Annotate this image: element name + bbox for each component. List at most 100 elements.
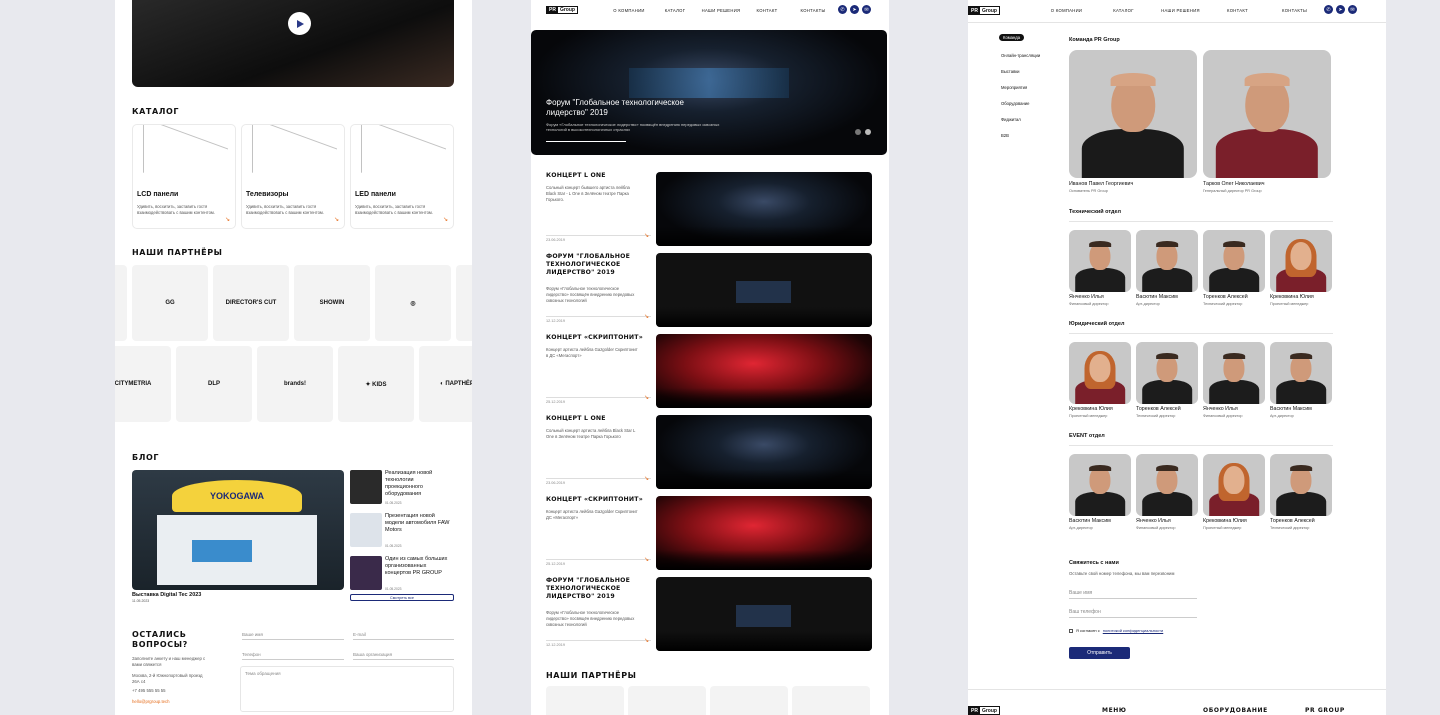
blog-item[interactable]: Один из самых больших организованных кон… bbox=[350, 556, 454, 596]
nav-link[interactable]: НАШИ РЕШЕНИЯ bbox=[1152, 8, 1209, 16]
phone[interactable]: +7 495 555 55 55 bbox=[132, 688, 166, 694]
blog-item[interactable]: Презентация новой модели автомобиля FAW … bbox=[350, 513, 454, 553]
partner-card[interactable] bbox=[628, 686, 706, 715]
team-member-card[interactable]: Васютин Максим Арт-директор bbox=[1069, 454, 1131, 536]
partner-card[interactable] bbox=[792, 686, 870, 715]
contact-phone-input[interactable]: Ваш телефон bbox=[1069, 609, 1197, 618]
consent-checkbox[interactable] bbox=[1069, 628, 1073, 633]
partner-logo: DIRECTOR'S CUT bbox=[225, 300, 277, 306]
catalog-card[interactable]: Телевизоры Удивить, восхитить, заставить … bbox=[241, 124, 345, 229]
team-member-card[interactable]: Янченко Илья Финансовый директор bbox=[1069, 230, 1131, 312]
submit-button[interactable]: Отправить bbox=[1069, 647, 1130, 659]
footer-logo[interactable]: PR Group bbox=[968, 706, 1000, 715]
consent-link[interactable]: политикой конфиденциальности bbox=[1103, 628, 1164, 633]
blog-main-card[interactable]: YOKOGAWA bbox=[132, 470, 344, 590]
play-button[interactable] bbox=[288, 12, 311, 35]
partner-card[interactable]: ✦ KIDS bbox=[338, 346, 414, 422]
nav-link[interactable]: КОНТАКТЫ bbox=[790, 8, 836, 16]
form-name[interactable]: Ваше имя bbox=[242, 632, 344, 640]
event-card[interactable]: КОНЦЕРТ «СКРИПТОНИТ» Концерт артиста лейб… bbox=[546, 496, 872, 570]
nav-link[interactable]: КОНТАКТЫ bbox=[1266, 8, 1323, 16]
event-image[interactable] bbox=[656, 415, 872, 489]
partner-card[interactable]: CITYMETRIA bbox=[115, 346, 171, 422]
partner-card[interactable]: DIRECTOR'S CUT bbox=[213, 265, 289, 341]
form-email[interactable]: E-mail bbox=[353, 632, 454, 640]
hero-slider[interactable]: Форум "Глобальное технологическое лидерс… bbox=[531, 30, 887, 155]
partner-card[interactable] bbox=[456, 265, 472, 341]
partner-card[interactable]: brands! bbox=[257, 346, 333, 422]
sidebar-item[interactable]: Мероприятия bbox=[1001, 85, 1027, 90]
team-member-card[interactable]: Васютин Максим Арт-директор bbox=[1136, 230, 1198, 312]
sidebar-item[interactable]: Выставки bbox=[1001, 69, 1020, 74]
phone-icon[interactable]: ✆ bbox=[1324, 5, 1333, 14]
form-phone[interactable]: Телефон bbox=[242, 652, 344, 660]
event-card[interactable]: ФОРУМ "ГЛОБАЛЬНОЕ ТЕХНОЛОГИЧЕСКОЕ ЛИДЕРС… bbox=[546, 577, 872, 651]
nav-link[interactable]: КОНТАКТ bbox=[744, 8, 790, 16]
team-page-panel: PR Group О КОМПАНИИ КАТАЛОГ НАШИ РЕШЕНИЯ КОН… bbox=[968, 0, 1386, 715]
team-member-card[interactable]: Крековкина Юлия Проектный менеджер bbox=[1203, 454, 1265, 536]
team-member-card[interactable]: Васютин Максим Арт-директор bbox=[1270, 342, 1332, 424]
partner-card[interactable] bbox=[115, 265, 127, 341]
partner-card[interactable]: ◐ ПАРТНЁР bbox=[419, 346, 472, 422]
hero-video[interactable] bbox=[132, 0, 454, 87]
slider-dot-1[interactable] bbox=[855, 129, 861, 135]
event-card[interactable]: ФОРУМ "ГЛОБАЛЬНОЕ ТЕХНОЛОГИЧЕСКОЕ ЛИДЕРС… bbox=[546, 253, 872, 327]
event-title: КОНЦЕРТ «СКРИПТОНИТ» bbox=[546, 334, 643, 341]
team-member-card[interactable]: Торенков Алексей Технический директор bbox=[1270, 454, 1332, 536]
partner-card[interactable] bbox=[710, 686, 788, 715]
event-image[interactable] bbox=[656, 577, 872, 651]
form-org[interactable]: Ваша организация bbox=[353, 652, 454, 660]
catalog-card[interactable]: LED панели Удивить, восхитить, заставить … bbox=[350, 124, 454, 229]
leader-card[interactable]: Иванов Павел Георгиевич Основатель PR Gro… bbox=[1069, 50, 1197, 200]
team-member-card[interactable]: Торенков Алексей Технический директор bbox=[1136, 342, 1198, 424]
event-card[interactable]: КОНЦЕРТ L ONE Сольный концерт артиста лей… bbox=[546, 415, 872, 489]
nav-link[interactable]: О КОМПАНИИ bbox=[606, 8, 652, 16]
event-crowd bbox=[656, 631, 872, 651]
member-name: Васютин Максим bbox=[1069, 518, 1111, 524]
nav-link[interactable]: КАТАЛОГ bbox=[652, 8, 698, 16]
slider-dot-2[interactable] bbox=[865, 129, 871, 135]
form-message[interactable]: Тема обращения bbox=[240, 666, 454, 712]
nav-link[interactable]: О КОМПАНИИ bbox=[1038, 8, 1095, 16]
partner-card[interactable] bbox=[546, 686, 624, 715]
phone-icon[interactable]: ✆ bbox=[838, 5, 847, 14]
nav-link[interactable]: КАТАЛОГ bbox=[1095, 8, 1152, 16]
event-image[interactable] bbox=[656, 334, 872, 408]
team-member-card[interactable]: Янченко Илья Финансовый директор bbox=[1203, 342, 1265, 424]
team-member-card[interactable]: Крековкина Юлия Проектный менеджер bbox=[1270, 230, 1332, 312]
team-member-card[interactable]: Крековкина Юлия Проектный менеджер bbox=[1069, 342, 1131, 424]
member-role: Финансовый директор bbox=[1136, 526, 1176, 530]
team-member-card[interactable]: Торенков Алексей Технический директор bbox=[1203, 230, 1265, 312]
catalog-card[interactable]: LCD панели Удивить, восхитить, заставить … bbox=[132, 124, 236, 229]
team-member-card[interactable]: Янченко Илья Финансовый директор bbox=[1136, 454, 1198, 536]
partner-card[interactable]: SHOWIN bbox=[294, 265, 370, 341]
contact-name-input[interactable]: Ваше имя bbox=[1069, 590, 1197, 599]
nav-link[interactable]: НАШИ РЕШЕНИЯ bbox=[698, 8, 744, 16]
sidebar-item[interactable]: B2B bbox=[1001, 133, 1009, 138]
blog-all-button[interactable]: Смотреть все bbox=[350, 594, 454, 601]
blog-main-title[interactable]: Выставка Digital Tec 2023 bbox=[132, 592, 201, 598]
partner-card[interactable]: ◎ bbox=[375, 265, 451, 341]
nav-link[interactable]: КОНТАКТ bbox=[1209, 8, 1266, 16]
telegram-icon[interactable]: ➤ bbox=[850, 5, 859, 14]
event-card[interactable]: КОНЦЕРТ «СКРИПТОНИТ» Концерт артиста лейб… bbox=[546, 334, 872, 408]
event-image[interactable] bbox=[656, 172, 872, 246]
sidebar-item[interactable]: Фиджитал bbox=[1001, 117, 1021, 122]
mail-icon[interactable]: ✉ bbox=[1348, 5, 1357, 14]
sidebar-item[interactable]: Онлайн-трансляции bbox=[1001, 53, 1040, 58]
logo[interactable]: PR Group bbox=[968, 6, 1000, 15]
telegram-icon[interactable]: ➤ bbox=[1336, 5, 1345, 14]
partner-card[interactable]: DLP bbox=[176, 346, 252, 422]
leader-card[interactable]: Тарков Олег Николаевич Генеральный директ… bbox=[1203, 50, 1331, 200]
event-image[interactable] bbox=[656, 253, 872, 327]
sidebar-item[interactable]: Оборудование bbox=[1001, 101, 1029, 106]
member-name: Крековкина Юлия bbox=[1203, 518, 1247, 524]
blog-item[interactable]: Реализация новой технологии проекционног… bbox=[350, 470, 454, 510]
event-image[interactable] bbox=[656, 496, 872, 570]
email[interactable]: hello@prgroup.tech bbox=[132, 699, 170, 705]
partner-card[interactable]: GG bbox=[132, 265, 208, 341]
mail-icon[interactable]: ✉ bbox=[862, 5, 871, 14]
logo[interactable]: PR Group bbox=[546, 6, 578, 14]
sidebar-item[interactable]: Команда bbox=[999, 34, 1025, 41]
event-card[interactable]: КОНЦЕРТ L ONE Сольный концерт бывшего арт… bbox=[546, 172, 872, 246]
